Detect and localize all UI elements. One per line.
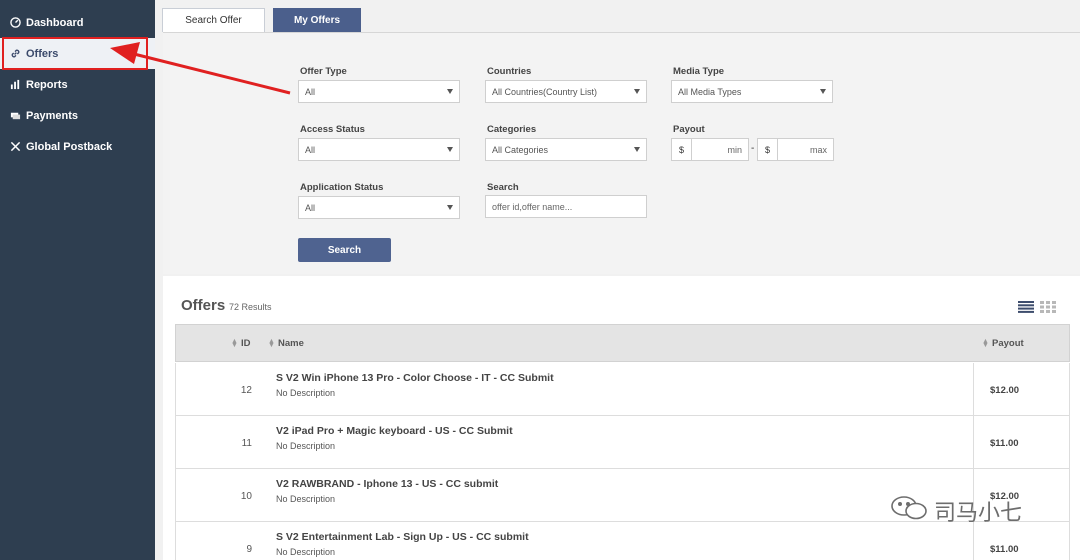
chevron-down-icon (447, 205, 453, 210)
table-row[interactable]: 9 S V2 Entertainment Lab - Sign Up - US … (175, 522, 1070, 560)
sidebar-item-global-postback[interactable]: Global Postback (0, 131, 155, 162)
access-status-value: All (305, 144, 316, 155)
chevron-down-icon (634, 89, 640, 94)
currency-symbol: $ (672, 139, 692, 160)
offer-payout: $11.00 (990, 438, 1019, 449)
offer-id: 10 (240, 491, 252, 502)
column-divider (973, 522, 974, 560)
column-divider (973, 363, 974, 415)
offers-result-count: 72 Results (229, 302, 272, 312)
countries-label: Countries (487, 66, 532, 77)
tools-icon (9, 141, 21, 153)
categories-select[interactable]: All Categories (485, 138, 647, 161)
payout-max-input[interactable]: $ max (757, 138, 834, 161)
column-header-id-label: ID (241, 338, 251, 349)
payout-min-placeholder: min (727, 144, 742, 155)
offer-description: No Description (276, 547, 336, 557)
offers-table-header: ▲ ▼ ID ▲ ▼ Name ▲ ▼ Payout (175, 324, 1070, 362)
offer-name[interactable]: V2 iPad Pro + Magic keyboard - US - CC S… (276, 425, 513, 437)
column-header-name[interactable]: ▲ ▼ Name (268, 337, 304, 350)
access-status-select[interactable]: All (298, 138, 460, 161)
sidebar-item-label: Payments (26, 109, 78, 122)
column-header-payout-label: Payout (992, 338, 1024, 349)
categories-label: Categories (487, 124, 537, 135)
sidebar-item-reports[interactable]: Reports (0, 69, 155, 100)
sort-icon: ▲ ▼ (231, 337, 238, 349)
search-input[interactable]: offer id,offer name... (485, 195, 647, 218)
sort-icon: ▲ ▼ (982, 337, 989, 349)
media-type-value: All Media Types (678, 86, 742, 97)
column-header-payout[interactable]: ▲ ▼ Payout (982, 337, 1024, 350)
currency-symbol: $ (758, 139, 778, 160)
offer-type-select[interactable]: All (298, 80, 460, 103)
offer-description: No Description (276, 441, 336, 451)
offer-description: No Description (276, 388, 336, 398)
offer-id: 12 (240, 385, 252, 396)
payout-max-placeholder: max (809, 144, 827, 155)
money-icon (9, 110, 21, 122)
offer-payout: $12.00 (990, 385, 1020, 396)
countries-select[interactable]: All Countries(Country List) (485, 80, 647, 103)
sidebar-item-label: Global Postback (26, 140, 113, 153)
offers-title: Offers (181, 297, 226, 314)
countries-value: All Countries(Country List) (492, 86, 598, 97)
application-status-value: All (305, 202, 316, 213)
offer-payout: $11.00 (990, 544, 1019, 555)
column-header-id[interactable]: ▲ ▼ ID (231, 337, 251, 350)
chevron-down-icon (447, 147, 453, 152)
offer-description: No Description (276, 494, 336, 504)
media-type-select[interactable]: All Media Types (671, 80, 833, 103)
application-status-label: Application Status (300, 182, 384, 193)
payout-range-separator: - (751, 143, 755, 154)
payout-min-input[interactable]: $ min (671, 138, 749, 161)
sort-icon: ▲ ▼ (268, 337, 275, 349)
watermark: 司马小七 (890, 495, 1022, 527)
offer-type-label: Offer Type (300, 66, 347, 77)
sidebar-item-label: Reports (26, 78, 68, 91)
sidebar-item-offers[interactable]: Offers (0, 38, 155, 69)
application-status-select[interactable]: All (298, 196, 460, 219)
access-status-label: Access Status (300, 124, 365, 135)
sidebar: Dashboard Offers Reports Payments Global… (0, 0, 155, 560)
sidebar-item-label: Offers (26, 47, 59, 60)
column-header-name-label: Name (278, 338, 304, 349)
chevron-down-icon (447, 89, 453, 94)
dashboard-icon (9, 17, 21, 29)
search-button[interactable]: Search (298, 238, 391, 262)
categories-value: All Categories (492, 144, 549, 155)
offer-id: 11 (241, 438, 252, 449)
grid-view-icon[interactable] (1040, 301, 1056, 313)
search-placeholder: offer id,offer name... (492, 201, 573, 212)
sidebar-item-dashboard[interactable]: Dashboard (0, 7, 155, 38)
table-row[interactable]: 12 S V2 Win iPhone 13 Pro - Color Choose… (175, 363, 1070, 416)
offer-type-value: All (305, 86, 316, 97)
search-label: Search (487, 182, 519, 193)
wechat-icon (890, 495, 928, 527)
offer-name[interactable]: V2 RAWBRAND - Iphone 13 - US - CC submit (276, 478, 498, 490)
link-icon (9, 48, 21, 60)
tab-bar: Search Offer My Offers (162, 8, 361, 32)
chevron-down-icon (820, 89, 826, 94)
media-type-label: Media Type (673, 66, 725, 77)
sidebar-item-label: Dashboard (26, 16, 84, 29)
filter-panel: Offer Type All Countries All Countries(C… (163, 32, 1080, 274)
chevron-down-icon (634, 147, 640, 152)
sidebar-item-payments[interactable]: Payments (0, 100, 155, 131)
offer-name[interactable]: S V2 Win iPhone 13 Pro - Color Choose - … (276, 372, 554, 384)
tab-my-offers[interactable]: My Offers (273, 8, 361, 32)
table-row[interactable]: 11 V2 iPad Pro + Magic keyboard - US - C… (175, 416, 1070, 469)
column-divider (973, 416, 974, 468)
tab-search-offer[interactable]: Search Offer (162, 8, 265, 32)
bar-chart-icon (9, 79, 21, 91)
list-view-icon[interactable] (1018, 301, 1034, 313)
watermark-text: 司马小七 (934, 500, 1023, 525)
offer-name[interactable]: S V2 Entertainment Lab - Sign Up - US - … (276, 531, 529, 543)
payout-label: Payout (673, 124, 705, 135)
offer-id: 9 (246, 544, 252, 555)
main-content: Search Offer My Offers Offer Type All Co… (155, 0, 1080, 560)
